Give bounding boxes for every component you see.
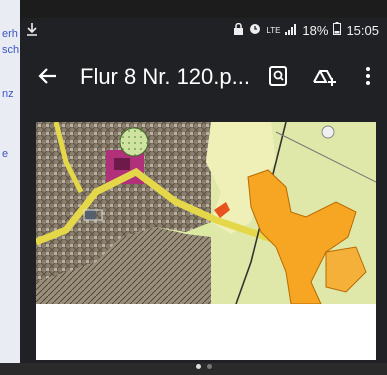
download-icon (26, 22, 38, 39)
add-to-drive-icon[interactable] (310, 62, 338, 90)
status-bar: LTE 18% 15:05 (20, 18, 387, 42)
page-dot (206, 364, 212, 369)
background-text: e (2, 148, 9, 160)
clock: 15:05 (346, 22, 379, 38)
background-text: nz (2, 88, 14, 100)
page-indicator (20, 364, 387, 369)
page-dot-active (195, 364, 201, 369)
pdf-page-preview[interactable] (36, 122, 376, 360)
background-text: sch (2, 44, 20, 56)
app-bar: Flur 8 Nr. 120.p... (20, 56, 387, 100)
battery-icon (333, 22, 342, 38)
background-text: erh (2, 28, 18, 40)
phone-screen: LTE 18% 15:05 Flur 8 Nr. 120.p... (20, 18, 387, 369)
background-page: erh sch nz e (0, 0, 20, 375)
battery-percent: 18% (302, 22, 329, 38)
lock-icon (233, 22, 244, 38)
back-arrow-icon[interactable] (34, 62, 62, 90)
more-options-icon[interactable] (354, 62, 382, 90)
network-type: LTE (266, 25, 281, 35)
alarm-icon (249, 23, 261, 38)
zoning-map (36, 122, 376, 360)
document-title: Flur 8 Nr. 120.p... (80, 64, 250, 89)
signal-icon (285, 23, 297, 38)
search-in-document-icon[interactable] (264, 62, 292, 90)
